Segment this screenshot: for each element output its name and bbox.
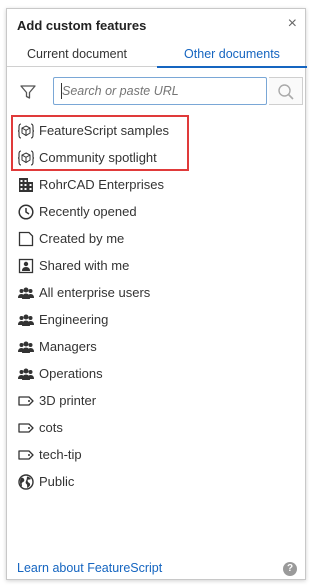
list-item-3d-printer[interactable]: 3D printer <box>7 387 305 414</box>
learn-about-featurescript-link[interactable]: Learn about FeatureScript <box>17 561 162 575</box>
label-tag-icon <box>17 419 35 437</box>
featurescript-icon <box>17 122 35 140</box>
search-button[interactable] <box>269 77 303 105</box>
enterprise-building-icon <box>17 176 35 194</box>
panel-footer: Learn about FeatureScript ? <box>7 559 305 579</box>
tab-other-documents-label: Other documents <box>184 47 280 61</box>
list-item-label: Managers <box>39 339 97 354</box>
list-item-managers[interactable]: Managers <box>7 333 305 360</box>
list-item-label: Operations <box>39 366 103 381</box>
globe-icon <box>17 473 35 491</box>
list-item-recently-opened[interactable]: Recently opened <box>7 198 305 225</box>
list-item-label: All enterprise users <box>39 285 151 300</box>
list-item-label: cots <box>39 420 63 435</box>
help-icon[interactable]: ? <box>283 562 297 576</box>
users-group-icon <box>17 338 35 356</box>
search-input[interactable] <box>54 78 266 104</box>
list-item-featurescript-samples[interactable]: FeatureScript samples <box>7 117 305 144</box>
list-item-engineering[interactable]: Engineering <box>7 306 305 333</box>
add-custom-features-panel: Add custom features × Current document O… <box>6 8 307 580</box>
list-item-label: tech-tip <box>39 447 82 462</box>
list-item-rohrcad-enterprises[interactable]: RohrCAD Enterprises <box>7 171 305 198</box>
list-item-label: FeatureScript samples <box>39 123 170 138</box>
list-item-label: 3D printer <box>39 393 97 408</box>
search-box <box>53 77 267 105</box>
panel-title: Add custom features <box>17 18 147 33</box>
tab-bar: Current document Other documents <box>7 45 307 68</box>
search-icon <box>278 84 294 100</box>
list-item-label: Recently opened <box>39 204 137 219</box>
list-item-label: Shared with me <box>39 258 130 273</box>
shared-person-icon <box>17 257 35 275</box>
users-group-icon <box>17 284 35 302</box>
list-item-public[interactable]: Public <box>7 468 305 495</box>
active-tab-indicator <box>157 66 307 68</box>
clock-icon <box>17 203 35 221</box>
list-item-created-by-me[interactable]: Created by me <box>7 225 305 252</box>
list-item-label: Public <box>39 474 75 489</box>
list-item-community-spotlight[interactable]: Community spotlight <box>7 144 305 171</box>
tab-other-documents[interactable]: Other documents <box>157 45 307 68</box>
text-caret <box>61 83 62 99</box>
users-group-icon <box>17 311 35 329</box>
filter-icon[interactable] <box>19 83 37 101</box>
panel-header: Add custom features × <box>7 9 305 39</box>
list-item-label: RohrCAD Enterprises <box>39 177 164 192</box>
list-item-label: Created by me <box>39 231 125 246</box>
document-source-list: FeatureScript samples Community spotligh… <box>7 117 305 495</box>
document-icon <box>17 230 35 248</box>
list-item-all-enterprise-users[interactable]: All enterprise users <box>7 279 305 306</box>
list-item-shared-with-me[interactable]: Shared with me <box>7 252 305 279</box>
label-tag-icon <box>17 392 35 410</box>
list-item-cots[interactable]: cots <box>7 414 305 441</box>
list-item-tech-tip[interactable]: tech-tip <box>7 441 305 468</box>
label-tag-icon <box>17 446 35 464</box>
list-item-label: Community spotlight <box>39 150 157 165</box>
close-button[interactable]: × <box>288 15 297 33</box>
list-item-label: Engineering <box>39 312 109 327</box>
featurescript-icon <box>17 149 35 167</box>
users-group-icon <box>17 365 35 383</box>
search-row <box>7 75 305 109</box>
list-item-operations[interactable]: Operations <box>7 360 305 387</box>
tab-current-document[interactable]: Current document <box>7 45 147 67</box>
